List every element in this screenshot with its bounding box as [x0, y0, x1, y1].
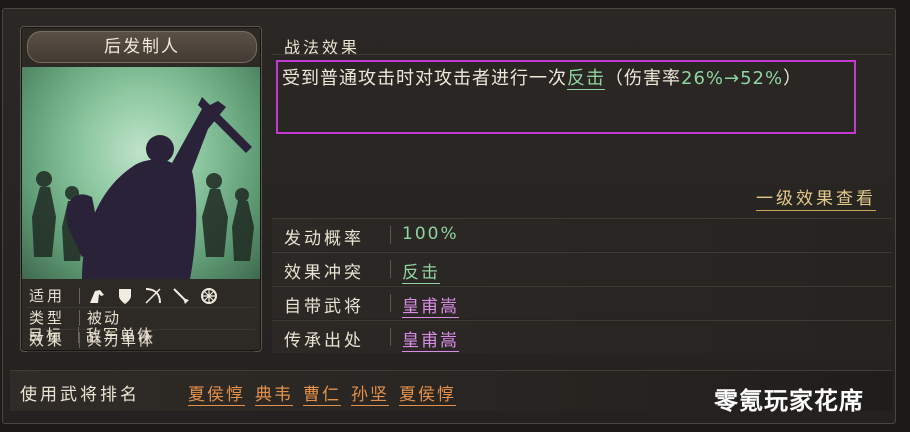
ranking-generals: 夏侯惇 典韦 曹仁 孙坚 夏侯惇 [188, 380, 456, 406]
attr-value: 100% [402, 224, 459, 244]
desc-text: （伤害率 [605, 68, 681, 89]
stat-key: 目标 [28, 326, 65, 344]
divider [390, 294, 391, 312]
attr-row-trigger-rate: 发动概率 100% [272, 218, 892, 251]
level-one-effect-link[interactable]: 一级效果查看 [756, 184, 876, 211]
watermark: 零氪玩家花席 [714, 387, 864, 415]
attr-key: 发动概率 [284, 229, 364, 249]
skill-artwork [22, 67, 260, 279]
ranked-general-link[interactable]: 夏侯惇 [399, 380, 456, 406]
divider [79, 288, 80, 304]
divider [272, 54, 892, 55]
divider [390, 226, 391, 244]
stat-key: 适用 [29, 287, 66, 305]
divider [390, 260, 391, 278]
divider [78, 327, 79, 343]
ranked-general-link[interactable]: 曹仁 [303, 380, 341, 406]
cavalry-icon [90, 290, 104, 303]
ranked-general-link[interactable]: 夏侯惇 [188, 380, 245, 406]
general-link[interactable]: 皇甫嵩 [402, 292, 459, 318]
ranked-general-link[interactable]: 典韦 [255, 380, 293, 406]
ranked-general-link[interactable]: 孙坚 [351, 380, 389, 406]
warrior-silhouette-icon [32, 97, 254, 279]
effect-description: 受到普通攻击时对攻击者进行一次反击（伤害率26%→52%） [282, 62, 856, 96]
desc-text: 受到普通攻击时对攻击者进行一次 [282, 68, 567, 89]
chariot-wheel-icon [201, 288, 217, 304]
attr-key: 自带武将 [284, 297, 364, 317]
shield-icon [119, 289, 131, 304]
attr-row-inherit-source: 传承出处 皇甫嵩 [272, 320, 892, 353]
attr-key: 效果冲突 [284, 263, 364, 283]
skill-name: 后发制人 [27, 31, 257, 63]
stat-row-applicable: 适用 [27, 285, 255, 308]
damage-rate-to: 52% [740, 68, 784, 89]
desc-text: ） [783, 68, 803, 89]
attr-key: 传承出处 [284, 331, 364, 351]
divider [390, 328, 391, 346]
spear-icon [173, 288, 189, 304]
arrow: → [724, 68, 741, 89]
attr-row-conflict: 效果冲突 反击 [272, 252, 892, 285]
bow-icon [145, 288, 161, 304]
damage-rate-from: 26% [681, 68, 725, 89]
attr-row-own-general: 自带武将 皇甫嵩 [272, 286, 892, 319]
skill-card: 后发制人 适用 类型 被动 效果 兵刃单体 [20, 26, 262, 352]
keyword-counterattack-link[interactable]: 反击 [567, 68, 605, 90]
ranking-label: 使用武将排名 [20, 385, 140, 405]
general-link[interactable]: 皇甫嵩 [402, 326, 459, 352]
stat-value: 敌军单体 [86, 326, 155, 344]
conflict-link[interactable]: 反击 [402, 258, 440, 284]
stat-row-target: 目标 敌军单体 [26, 324, 254, 346]
troop-type-icons [87, 286, 219, 306]
